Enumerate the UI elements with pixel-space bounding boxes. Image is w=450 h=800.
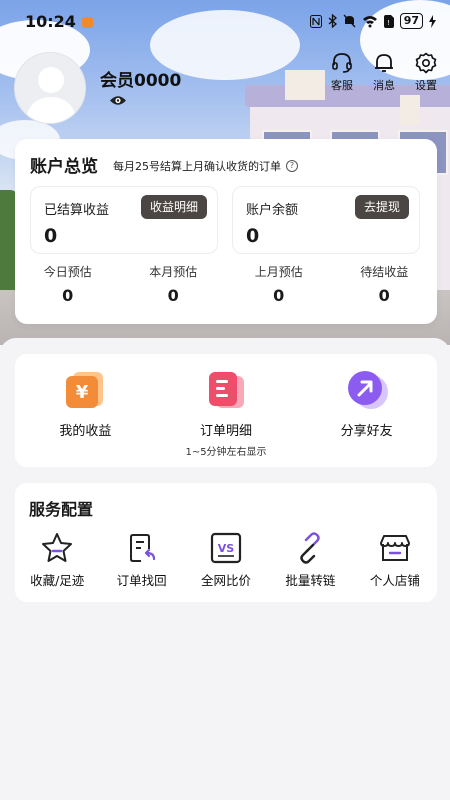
withdraw-button[interactable]: 去提现	[354, 195, 409, 219]
headset-icon	[332, 53, 352, 73]
settings-button[interactable]: 设置	[410, 52, 442, 93]
service-config-title: 服务配置	[29, 500, 94, 519]
account-overview-card: 账户总览 每月25号结算上月确认收货的订单 ? 已结算收益 收益明细 0 账户余…	[15, 139, 437, 324]
stat-today[interactable]: 今日预估 0	[15, 263, 121, 305]
settled-earnings-label: 已结算收益	[44, 203, 110, 218]
customer-service-button[interactable]: 客服	[326, 52, 358, 93]
avatar[interactable]	[14, 52, 86, 124]
messages-button[interactable]: 消息	[368, 52, 400, 93]
order-detail-label: 订单明细	[200, 424, 253, 439]
service-label: 订单找回	[116, 573, 167, 588]
stat-this-month[interactable]: 本月预估 0	[121, 263, 227, 305]
order-detail-button[interactable]: 订单明细 1~5分钟左右显示	[156, 354, 297, 467]
stat-label: 今日预估	[43, 265, 92, 279]
order-detail-note: 1~5分钟左右显示	[185, 447, 267, 458]
batch-convert-link-button[interactable]: 批量转链	[268, 531, 352, 589]
my-earnings-label: 我的收益	[59, 424, 112, 439]
status-time: 10:24	[25, 11, 76, 31]
settled-earnings-box: 已结算收益 收益明细 0	[30, 186, 218, 254]
svg-text:VS: VS	[218, 542, 235, 555]
star-icon	[42, 533, 73, 562]
top-actions: 客服 消息 设置	[326, 52, 442, 93]
stat-label: 上月预估	[254, 265, 303, 279]
app-notification-icon	[81, 16, 93, 28]
account-balance-value: 0	[246, 225, 260, 247]
stat-value: 0	[273, 286, 285, 305]
gear-icon	[415, 52, 437, 74]
earnings-detail-button[interactable]: 收益明细	[140, 195, 207, 219]
vs-icon: VS	[210, 532, 242, 564]
nfc-icon	[309, 14, 322, 28]
settlement-note: 每月25号结算上月确认收货的订单	[113, 160, 281, 173]
help-icon[interactable]: ?	[286, 160, 298, 172]
link-icon	[300, 532, 321, 564]
svg-text:¥: ¥	[76, 382, 89, 403]
charging-icon	[429, 14, 436, 28]
share-friends-button[interactable]: 分享好友	[296, 354, 437, 467]
wifi-icon	[362, 15, 377, 27]
bluetooth-icon	[328, 14, 337, 28]
service-label: 收藏/足迹	[30, 573, 85, 588]
status-icons: ! 97	[309, 13, 436, 29]
account-balance-box: 账户余额 去提现 0	[232, 186, 420, 254]
account-title: 账户总览	[30, 157, 98, 177]
service-label: 批量转链	[285, 573, 336, 588]
messages-label: 消息	[373, 79, 395, 92]
order-list-icon	[209, 372, 244, 408]
price-compare-button[interactable]: VS 全网比价	[184, 531, 268, 589]
stat-value: 0	[378, 286, 390, 305]
yen-icon: ¥	[66, 372, 104, 408]
share-arrow-icon	[347, 371, 388, 409]
svg-text:!: !	[387, 19, 390, 27]
order-retrieve-icon	[129, 534, 155, 562]
account-subtitle: 每月25号结算上月确认收货的订单 ?	[113, 158, 298, 174]
stat-label: 本月预估	[149, 265, 198, 279]
mute-bell-icon	[343, 14, 356, 28]
stat-last-month[interactable]: 上月预估 0	[226, 263, 332, 305]
service-label: 全网比价	[201, 573, 252, 588]
service-row: 收藏/足迹 订单找回 VS 全网比价 批量转链 个人店铺	[15, 531, 437, 589]
my-earnings-button[interactable]: ¥ 我的收益	[15, 354, 156, 467]
service-config-card: 服务配置 收藏/足迹 订单找回 VS 全网比价 批量转链 个人店铺	[15, 483, 437, 602]
status-bar: 10:24 ! 97	[0, 0, 450, 42]
stat-pending[interactable]: 待结收益 0	[332, 263, 438, 305]
bell-icon	[375, 54, 393, 72]
customer-service-label: 客服	[331, 79, 353, 92]
order-retrieve-button[interactable]: 订单找回	[99, 531, 183, 589]
share-friends-label: 分享好友	[340, 424, 393, 439]
settled-earnings-value: 0	[44, 225, 58, 247]
settings-label: 设置	[415, 79, 437, 92]
sim-icon: !	[383, 14, 394, 28]
estimate-stats: 今日预估 0 本月预估 0 上月预估 0 待结收益 0	[15, 263, 437, 305]
personal-store-button[interactable]: 个人店铺	[353, 531, 437, 589]
eye-icon[interactable]	[109, 94, 127, 107]
stat-value: 0	[167, 286, 179, 305]
account-balance-label: 账户余额	[246, 203, 299, 218]
username: 会员0000	[100, 71, 182, 91]
stat-label: 待结收益	[360, 265, 409, 279]
stat-value: 0	[62, 286, 74, 305]
favorites-footprint-button[interactable]: 收藏/足迹	[15, 531, 99, 589]
battery-indicator: 97	[399, 13, 423, 29]
store-icon	[379, 535, 410, 561]
quick-actions-card: ¥ 我的收益 订单明细 1~5分钟左右显示 分享好友	[15, 354, 437, 467]
service-label: 个人店铺	[369, 573, 420, 588]
